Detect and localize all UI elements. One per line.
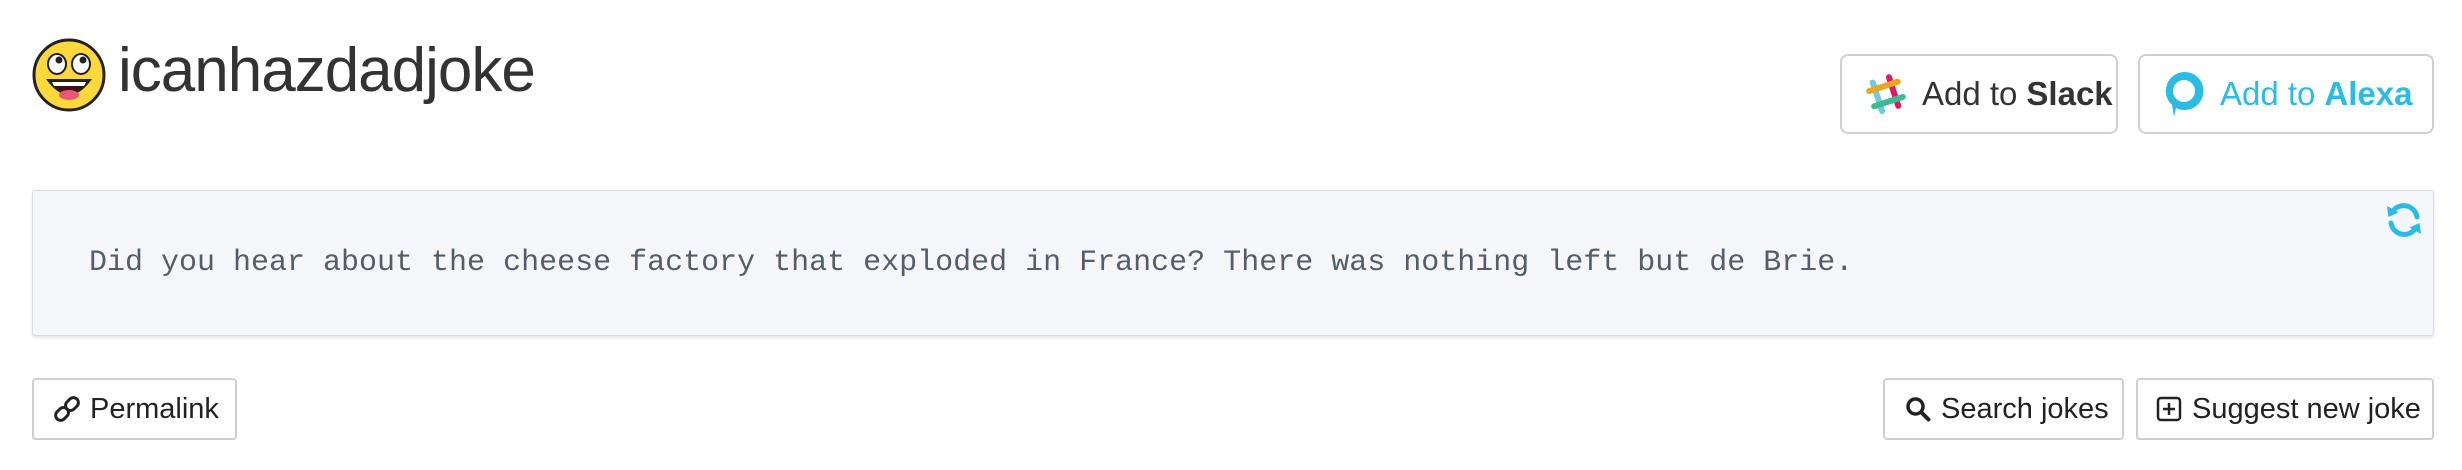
permalink-label: Permalink: [90, 392, 219, 425]
search-icon: [1906, 397, 1931, 422]
slack-button-name: Slack: [2026, 75, 2113, 112]
search-jokes-label: Search jokes: [1941, 392, 2109, 425]
plus-square-icon: [2156, 396, 2182, 422]
add-to-slack-button[interactable]: Add to Slack: [1840, 54, 2118, 134]
slack-button-prefix: Add to: [1922, 75, 2018, 112]
add-to-alexa-button[interactable]: Add to Alexa: [2138, 54, 2434, 134]
suggest-new-joke-label: Suggest new joke: [2192, 392, 2421, 425]
awesome-face-icon[interactable]: [32, 38, 106, 112]
slack-icon: [1866, 74, 1906, 115]
site-title[interactable]: icanhazdadjoke: [118, 34, 536, 108]
alexa-button-name: Alexa: [2324, 75, 2413, 112]
joke-text: Did you hear about the cheese factory th…: [89, 246, 1854, 280]
refresh-icon[interactable]: [2384, 200, 2424, 240]
search-jokes-button[interactable]: Search jokes: [1883, 378, 2124, 440]
joke-card: Did you hear about the cheese factory th…: [32, 190, 2434, 336]
permalink-button[interactable]: Permalink: [32, 378, 237, 440]
alexa-button-prefix: Add to: [2220, 75, 2316, 112]
link-icon: [54, 396, 80, 422]
alexa-icon: [2165, 71, 2204, 117]
site-header: icanhazdadjoke Add to Slack Add to Alexa: [0, 0, 2462, 180]
suggest-new-joke-button[interactable]: Suggest new joke: [2136, 378, 2434, 440]
